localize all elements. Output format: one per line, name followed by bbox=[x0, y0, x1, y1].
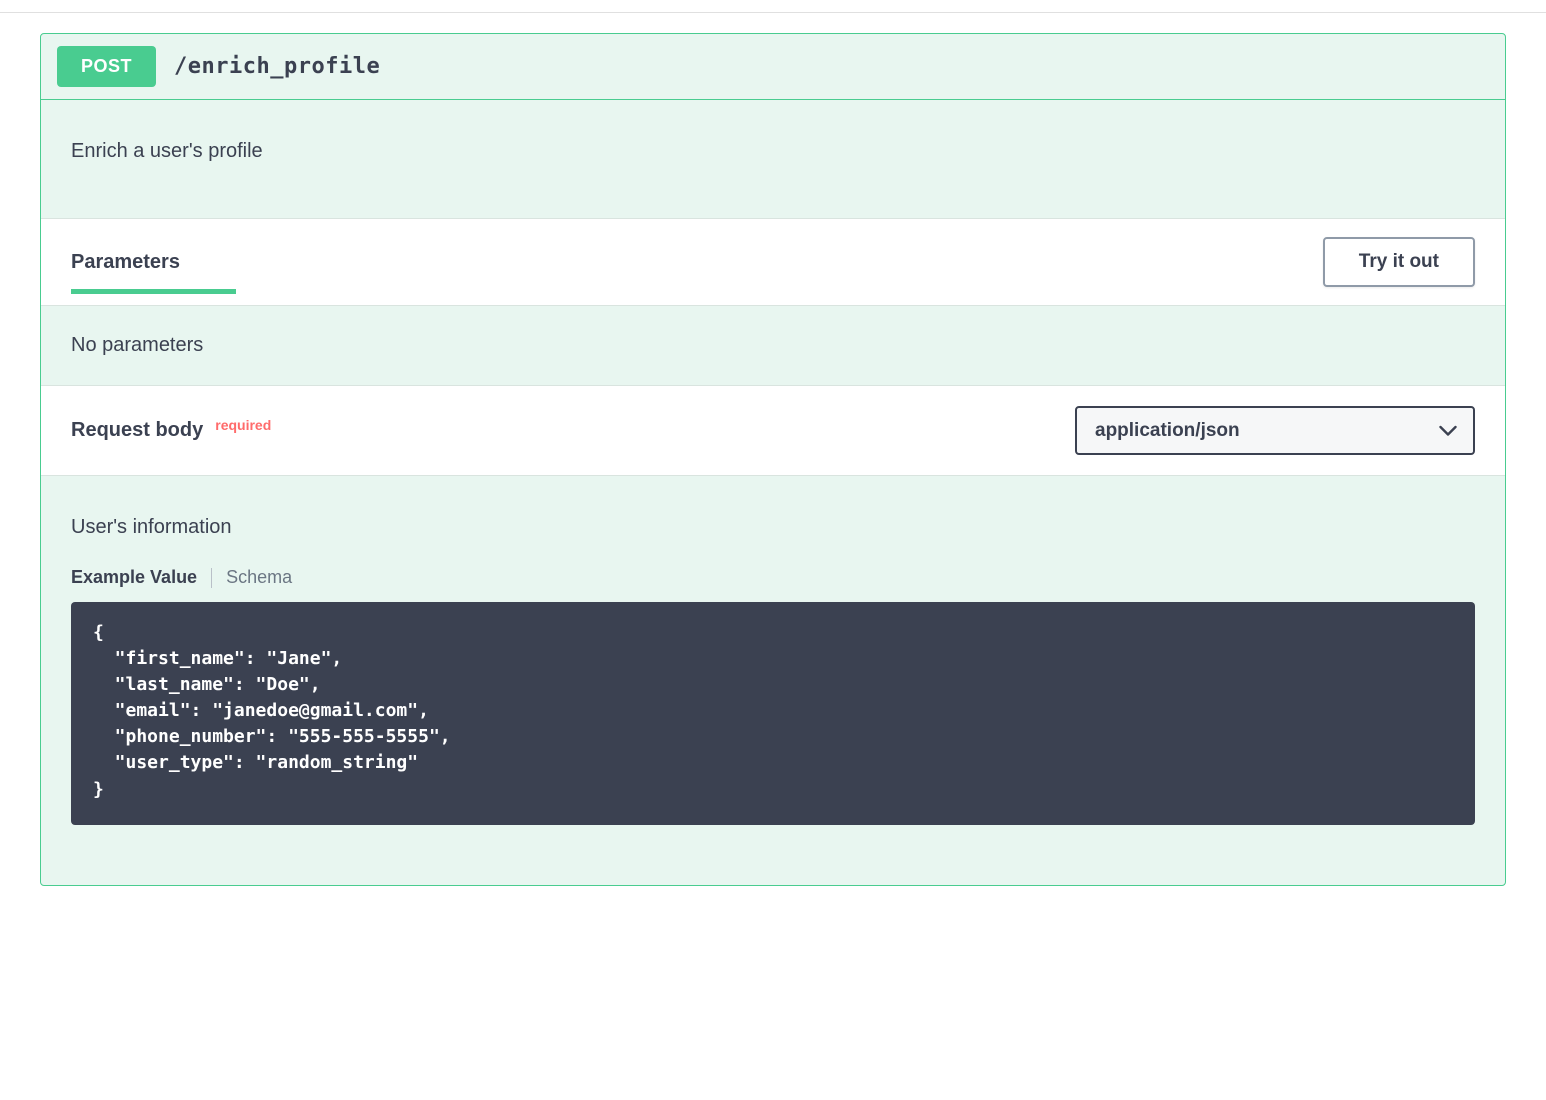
tab-example-value[interactable]: Example Value bbox=[71, 567, 197, 588]
parameters-section-bar: Parameters Try it out bbox=[41, 218, 1505, 306]
content-type-wrap: application/json bbox=[1075, 406, 1475, 455]
request-body-content: User's information Example Value Schema … bbox=[41, 476, 1505, 885]
no-parameters-message: No parameters bbox=[41, 306, 1505, 385]
tab-separator bbox=[211, 568, 212, 588]
parameters-title-text: Parameters bbox=[71, 251, 180, 273]
try-it-out-button[interactable]: Try it out bbox=[1323, 237, 1475, 287]
parameters-title: Parameters bbox=[71, 251, 180, 274]
required-tag: required bbox=[215, 417, 271, 433]
http-method-badge: POST bbox=[57, 46, 156, 87]
tab-schema[interactable]: Schema bbox=[226, 567, 292, 588]
operation-summary[interactable]: POST /enrich_profile bbox=[41, 34, 1505, 100]
operation-description: Enrich a user's profile bbox=[41, 100, 1505, 218]
request-body-section-bar: Request body required application/json bbox=[41, 385, 1505, 476]
endpoint-path: /enrich_profile bbox=[174, 54, 380, 79]
request-body-title: Request body bbox=[71, 419, 203, 442]
parameters-tab-underline bbox=[71, 289, 236, 294]
operation-block: POST /enrich_profile Enrich a user's pro… bbox=[40, 33, 1506, 886]
body-tabs: Example Value Schema bbox=[71, 567, 1475, 588]
example-code-block: { "first_name": "Jane", "last_name": "Do… bbox=[71, 602, 1475, 825]
content-type-select[interactable]: application/json bbox=[1075, 406, 1475, 455]
request-body-description: User's information bbox=[71, 516, 1475, 539]
